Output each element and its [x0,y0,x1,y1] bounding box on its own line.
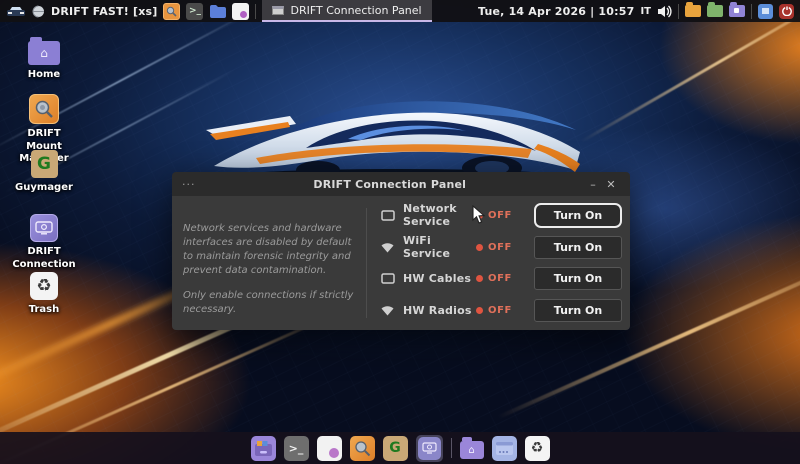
close-button[interactable]: ✕ [602,178,620,191]
mouse-cursor [472,205,486,224]
turn-on-button-hw-radios[interactable]: Turn On [534,299,622,323]
home-folder-icon: ⌂ [28,37,60,65]
service-label: HW Cables [403,272,472,286]
status-dot [476,243,483,251]
dock-text-editor-icon[interactable] [316,435,342,461]
window-icon [272,5,285,15]
row-wifi-service: WiFi Service OFF Turn On [380,234,622,261]
ethernet-icon [380,273,395,285]
desktop-icon-label: Home [27,69,61,80]
dock-mount-manager-icon[interactable] [349,435,375,461]
separator [255,3,257,19]
globe-icon[interactable] [32,5,45,18]
separator [678,3,679,19]
service-label: WiFi Service [403,234,451,261]
status-text: OFF [488,209,512,221]
desktop-icon-home[interactable]: ⌂ Home [12,36,76,82]
status-badge: OFF [476,273,534,284]
workspace-orange-icon[interactable] [685,2,701,17]
keyboard-layout-indicator[interactable]: IT [640,6,651,17]
dock-file-cabinet-icon[interactable] [250,435,276,461]
trash-icon: ♻ [30,272,58,300]
status-text: OFF [488,241,512,253]
workspace-purple-icon[interactable] [729,2,745,17]
window-button-label: DRIFT Connection Panel [290,3,422,17]
power-icon[interactable] [779,3,794,19]
mount-manager-icon [29,94,59,124]
status-text: OFF [488,273,512,285]
row-hw-cables: HW Cables OFF Turn On [380,266,622,291]
dock-separator [450,438,452,458]
ethernet-icon [380,210,395,221]
minimize-button[interactable]: – [584,178,602,191]
dock-terminal-icon[interactable]: >_ [283,435,309,461]
row-network-service: Network Service OFF Turn On [380,202,622,229]
status-dot [476,307,483,315]
window-title: DRIFT Connection Panel [313,177,467,191]
desktop-icon-guymager[interactable]: G Guymager [12,150,76,195]
status-text: OFF [488,305,512,317]
turn-on-button-network[interactable]: Turn On [534,202,622,228]
status-badge: OFF [476,305,534,316]
dock-trash-icon[interactable]: ♻ [524,435,550,461]
window-titlebar[interactable]: ··· DRIFT Connection Panel – ✕ [172,172,630,196]
separator [751,3,752,19]
text-editor-launcher-icon[interactable] [232,2,250,20]
desktop-icon-trash[interactable]: ♻ Trash [12,272,76,317]
screen-tray-icon[interactable] [758,3,773,19]
drift-logo-icon[interactable] [6,5,26,18]
menu-label[interactable]: DRIFT FAST! [xs] [51,5,157,18]
mount-manager-launcher-icon[interactable] [163,2,181,20]
dock-active-highlight [415,434,443,462]
vertical-divider [366,208,367,318]
guymager-icon: G [30,150,58,178]
wifi-icon [380,242,395,253]
drift-connection-panel-window: ··· DRIFT Connection Panel – ✕ Network s… [172,172,630,330]
clock[interactable]: Tue, 14 Apr 2026 | 10:57 [478,5,634,18]
dock: >_ G ⌂ ♻ [0,432,800,464]
dock-connection-panel-icon[interactable] [417,436,441,460]
terminal-launcher-icon[interactable]: >_ [186,2,204,20]
wifi-icon [380,305,395,316]
service-rows: Network Service OFF Turn On WiFi Service… [380,196,622,330]
turn-on-button-hw-cables[interactable]: Turn On [534,267,622,291]
taskbar: DRIFT FAST! [xs] >_ DRIFT Connection Pan… [0,0,800,22]
service-label: Network Service [403,202,457,229]
volume-icon[interactable] [657,4,672,18]
desktop-screen: DRIFT FAST! [xs] >_ DRIFT Connection Pan… [0,0,800,464]
workspace-green-icon[interactable] [707,2,723,17]
description-text: Network services and hardware interfaces… [183,223,354,315]
desktop-icon-label: Trash [28,304,60,315]
connection-panel-icon [30,214,58,242]
dock-file-window-icon[interactable] [491,435,517,461]
status-dot [476,275,483,283]
dock-guymager-icon[interactable]: G [382,435,408,461]
desktop-icon-label: Guymager [15,182,73,193]
service-label: HW Radios [403,304,472,318]
window-menu-dots[interactable]: ··· [182,178,196,191]
turn-on-button-wifi[interactable]: Turn On [534,235,622,259]
window-body: Network services and hardware interfaces… [172,196,630,330]
row-hw-radios: HW Radios OFF Turn On [380,298,622,323]
dock-home-folder-icon[interactable]: ⌂ [459,437,484,459]
folder-launcher-icon[interactable] [209,3,227,20]
taskbar-window-button[interactable]: DRIFT Connection Panel [262,0,432,22]
status-badge: OFF [476,242,534,253]
